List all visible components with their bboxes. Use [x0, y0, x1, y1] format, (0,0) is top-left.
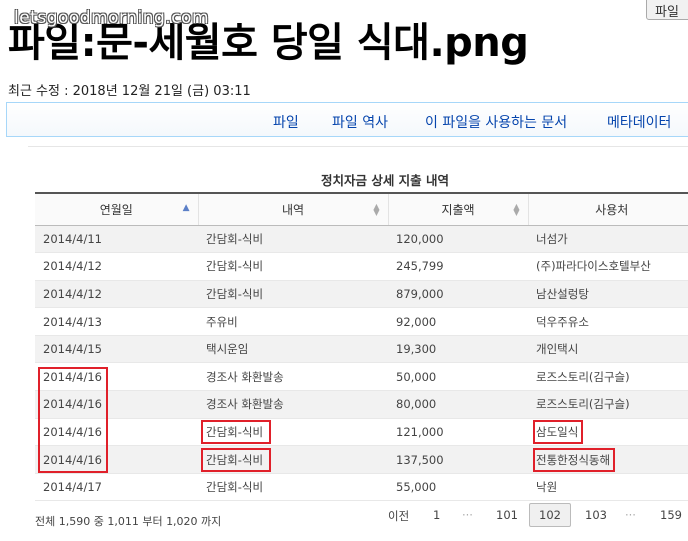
column-header-label: 내역: [281, 202, 305, 217]
table-header-row: 연월일 ▲ 내역 ▲ ▼ 지출액 ▲ ▼ 사용처: [35, 192, 688, 226]
column-header-label: 사용처: [595, 202, 629, 217]
column-header-vendor[interactable]: 사용처: [527, 192, 688, 226]
column-header-label: 지출액: [441, 202, 475, 217]
cell-date: 2014/4/16: [35, 445, 198, 474]
cell-item: 주유비: [198, 307, 388, 336]
cell-vendor: 로즈스토리(김구슬): [528, 362, 688, 392]
table-row: 2014/4/13 주유비 92,000 덕우주유소: [35, 307, 688, 336]
cell-item: 경조사 화환발송: [198, 362, 388, 392]
cell-amount: 879,000: [388, 280, 528, 309]
cell-amount: 92,000: [388, 307, 528, 336]
table-row: 2014/4/16 경조사 화환발송 80,000 로즈스토리(김구슬): [35, 390, 688, 419]
pager-ellipsis: ···: [462, 508, 473, 522]
cell-vendor: 개인택시: [528, 335, 688, 364]
cell-vendor: 남산설렁탕: [528, 280, 688, 309]
divider: [28, 146, 688, 147]
cell-item: 간담회-식비: [198, 418, 388, 447]
cell-item: 경조사 화환발송: [198, 390, 388, 419]
cell-amount: 19,300: [388, 335, 528, 364]
pagination-info: 전체 1,590 중 1,011 부터 1,020 까지: [35, 515, 222, 528]
cell-item: 간담회-식비: [198, 280, 388, 309]
tab-metadata[interactable]: 메타데이터: [607, 112, 671, 132]
pager-page-103[interactable]: 103: [585, 508, 607, 522]
cell-item: 간담회-식비: [198, 252, 388, 281]
column-header-date[interactable]: 연월일 ▲: [35, 192, 198, 226]
column-header-amount[interactable]: 지출액 ▲ ▼: [387, 192, 528, 226]
table-row: 2014/4/15 택시운임 19,300 개인택시: [35, 335, 688, 364]
sort-icon: ▲ ▼: [513, 202, 520, 217]
cell-date: 2014/4/16: [35, 362, 198, 392]
cell-amount: 137,500: [388, 445, 528, 474]
tab-file[interactable]: 파일: [273, 112, 299, 132]
cell-amount: 245,799: [388, 252, 528, 281]
cell-item: 간담회-식비: [198, 473, 388, 502]
cell-vendor: (주)파라다이스호텔부산: [528, 252, 688, 281]
cell-item: 택시운임: [198, 335, 388, 364]
pager-ellipsis: ···: [625, 508, 636, 522]
watermark: letsgoodmorning.com: [14, 8, 210, 28]
pager-prev[interactable]: 이전: [388, 508, 409, 524]
cell-date: 2014/4/16: [35, 418, 198, 447]
pager-page-101[interactable]: 101: [496, 508, 518, 522]
cell-date: 2014/4/11: [35, 225, 198, 254]
cell-date: 2014/4/16: [35, 390, 198, 419]
cell-date: 2014/4/17: [35, 473, 198, 502]
cell-vendor: 삼도일식: [528, 418, 688, 447]
table-row: 2014/4/17 간담회-식비 55,000 낙원: [35, 473, 688, 502]
cell-vendor: 낙원: [528, 473, 688, 502]
cell-date: 2014/4/15: [35, 335, 198, 364]
cell-vendor: 전통한정식동해: [528, 445, 688, 474]
cell-item: 간담회-식비: [198, 445, 388, 474]
cell-amount: 120,000: [388, 225, 528, 254]
table-row: 2014/4/16 간담회-식비 137,500 전통한정식동해: [35, 445, 688, 474]
file-corner-button[interactable]: 파일: [646, 0, 688, 20]
sort-asc-icon: ▲: [182, 203, 190, 213]
tab-file-history[interactable]: 파일 역사: [332, 112, 388, 132]
cell-date: 2014/4/12: [35, 280, 198, 309]
cell-amount: 55,000: [388, 473, 528, 502]
pager-page-last[interactable]: 159: [660, 508, 682, 522]
table-row: 2014/4/16 간담회-식비 121,000 삼도일식: [35, 418, 688, 447]
pager-page-current[interactable]: 102: [529, 503, 571, 527]
tab-file-usage[interactable]: 이 파일을 사용하는 문서: [425, 112, 567, 132]
cell-vendor: 너섬가: [528, 225, 688, 254]
expense-table: 연월일 ▲ 내역 ▲ ▼ 지출액 ▲ ▼ 사용처 2014/4/11 간담회-식비 120,0…: [35, 192, 688, 502]
table-row: 2014/4/11 간담회-식비 120,000 너섬가: [35, 225, 688, 254]
table-title: 정치자금 상세 지출 내역: [320, 173, 450, 188]
cell-date: 2014/4/12: [35, 252, 198, 281]
cell-amount: 80,000: [388, 390, 528, 419]
tab-bar: 파일 파일 역사 이 파일을 사용하는 문서 메타데이터: [6, 102, 688, 137]
cell-item: 간담회-식비: [198, 225, 388, 254]
sort-icon: ▲ ▼: [373, 202, 380, 217]
last-modified: 최근 수정 : 2018년 12월 21일 (금) 03:11: [8, 84, 251, 99]
table-row: 2014/4/12 간담회-식비 245,799 (주)파라다이스호텔부산: [35, 252, 688, 281]
column-header-label: 연월일: [99, 202, 133, 217]
pager-page-1[interactable]: 1: [433, 508, 440, 522]
cell-date: 2014/4/13: [35, 307, 198, 336]
table-row: 2014/4/16 경조사 화환발송 50,000 로즈스토리(김구슬): [35, 362, 688, 392]
cell-amount: 121,000: [388, 418, 528, 447]
cell-vendor: 덕우주유소: [528, 307, 688, 336]
table-row: 2014/4/12 간담회-식비 879,000 남산설렁탕: [35, 280, 688, 309]
cell-vendor: 로즈스토리(김구슬): [528, 390, 688, 419]
cell-amount: 50,000: [388, 362, 528, 392]
column-header-item[interactable]: 내역 ▲ ▼: [197, 192, 388, 226]
